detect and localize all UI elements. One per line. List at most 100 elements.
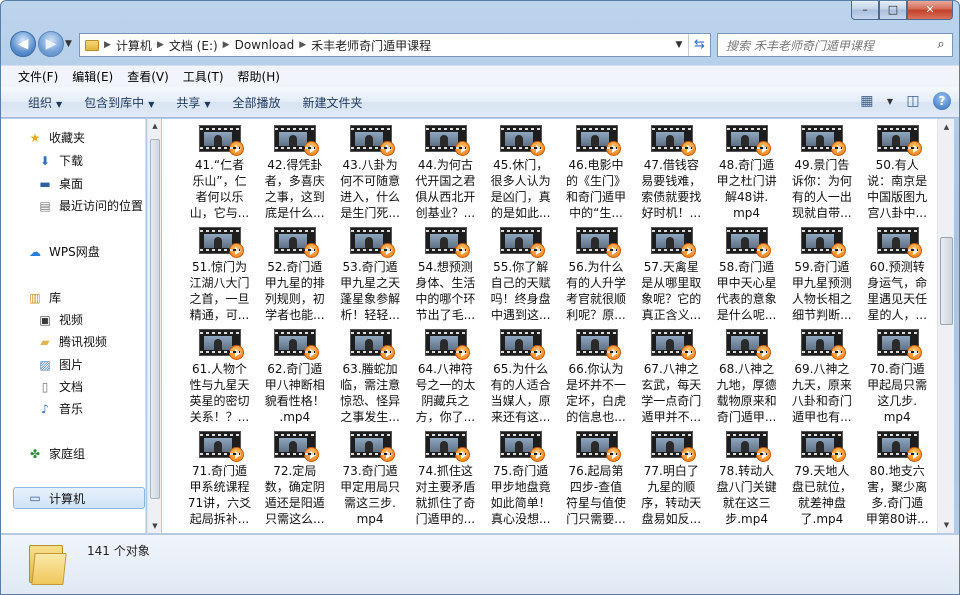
nav-library[interactable]: ▥ 库 xyxy=(27,289,61,306)
file-name-line: 盘已就位， xyxy=(791,480,852,494)
scroll-down-icon[interactable]: ▼ xyxy=(938,517,955,533)
video-file-item[interactable]: 58.奇门遁 甲中天心星 代表的意象 是什么呢... xyxy=(709,221,784,323)
video-file-item[interactable]: 57.天禽星 是从哪里取 象呢？它的 真正含义... xyxy=(634,221,709,323)
video-file-item[interactable]: 55.你了解 自己的天赋 吗！终身盘 中遇到这... xyxy=(483,221,558,323)
video-file-item[interactable]: 43.八卦为 何不可随意 进入，什么 是生门死... xyxy=(333,119,408,221)
menu-edit[interactable]: 编辑(E) xyxy=(65,68,120,85)
chevron-right-icon[interactable]: ▶ xyxy=(157,40,164,50)
organize-button[interactable]: 组织 ▼ xyxy=(17,94,73,111)
change-view-icon[interactable]: ▦ xyxy=(857,91,877,111)
video-file-item[interactable]: 75.奇门遁 甲步地盘竟 如此简单！ 真心没想... xyxy=(483,425,558,527)
nav-tencent-video[interactable]: ▰ 腾讯视频 xyxy=(37,333,107,350)
navigation-scrollbar[interactable]: ▲ ▼ xyxy=(147,119,161,533)
nav-downloads[interactable]: ⬇ 下载 xyxy=(37,152,83,169)
menu-file[interactable]: 文件(F) xyxy=(11,68,65,85)
video-file-item[interactable]: 72.定局 数，确定阴 遁还是阳遁 只需这么... xyxy=(257,425,332,527)
help-icon[interactable]: ? xyxy=(933,92,951,110)
video-file-item[interactable]: 45.休门， 很多人认为 是凶门，真 的是如此... xyxy=(483,119,558,221)
video-file-item[interactable]: 65.为什么 有的人适合 当媒人，原 来还有这... xyxy=(483,323,558,425)
recent-pages-dropdown[interactable]: ▼ xyxy=(65,39,72,49)
file-name-label: 69.八神之 九天，原来 八卦和奇门 遁甲也有... xyxy=(784,361,859,425)
video-file-item[interactable]: 59.奇门遁 甲九星预测 人物长相之 细节判断... xyxy=(784,221,859,323)
video-file-item[interactable]: 49.景门告 诉你：为何 有的人一出 现就自带... xyxy=(784,119,859,221)
video-file-item[interactable]: 44.为何古 代开国之君 俱从西北开 创基业？... xyxy=(408,119,483,221)
video-file-item[interactable]: 80.地支六 害，聚少离 多.奇门遁 甲第80讲... xyxy=(860,425,935,527)
nav-favorites[interactable]: ★ 收藏夹 xyxy=(27,129,85,146)
nav-music[interactable]: ♪ 音乐 xyxy=(37,400,83,417)
video-file-item[interactable]: 67.八神之 玄武，每天 学一点奇门 遁甲并不... xyxy=(634,323,709,425)
play-all-button[interactable]: 全部播放 xyxy=(222,94,292,111)
video-file-item[interactable]: 42.得凭卦 者，多喜庆 之事，这到 底是什么... xyxy=(257,119,332,221)
video-file-item[interactable]: 73.奇门遁 甲定用局只 需这三步. mp4 xyxy=(333,425,408,527)
video-file-icon xyxy=(500,227,546,258)
nav-wps-drive[interactable]: ☁ WPS网盘 xyxy=(27,243,100,260)
nav-desktop[interactable]: ▬ 桌面 xyxy=(37,175,83,192)
video-file-item[interactable]: 54.想预测 身体、生活 中的哪个环 节出了毛... xyxy=(408,221,483,323)
nav-pictures[interactable]: ▨ 图片 xyxy=(37,356,83,373)
breadcrumb-current-folder[interactable]: 禾丰老师奇门遁甲课程 xyxy=(311,37,431,54)
search-input[interactable]: 搜索 禾丰老师奇门遁甲课程 xyxy=(718,37,930,54)
video-file-item[interactable]: 61.人物个 性与九星天 英星的密切 关系！？... xyxy=(182,323,257,425)
minimize-button[interactable]: – xyxy=(851,1,879,20)
breadcrumb-drive-e[interactable]: 文档 (E:) xyxy=(169,37,218,54)
chevron-right-icon[interactable]: ▶ xyxy=(299,40,306,50)
scroll-down-icon[interactable]: ▼ xyxy=(148,519,162,533)
video-file-item[interactable]: 76.起局第 四步-查值 符星与值使 门只需要... xyxy=(559,425,634,527)
video-file-item[interactable]: 64.八神符 号之一的太 阴藏兵之 方，你了... xyxy=(408,323,483,425)
address-bar[interactable]: ▶ 计算机 ▶ 文档 (E:) ▶ Download ▶ 禾丰老师奇门遁甲课程 … xyxy=(79,33,711,57)
scroll-up-icon[interactable]: ▲ xyxy=(148,119,162,133)
include-in-library-button[interactable]: 包含到库中 ▼ xyxy=(73,94,165,111)
video-file-item[interactable]: 50.有人 说：南京是 中国版图九 宫八卦中... xyxy=(860,119,935,221)
address-dropdown-icon[interactable]: ▼ xyxy=(670,40,688,50)
nav-documents[interactable]: ▯ 文档 xyxy=(37,378,83,395)
video-file-item[interactable]: 41.“仁者 乐山”，仁 者何以乐 山，它与... xyxy=(182,119,257,221)
nav-recent[interactable]: ▤ 最近访问的位置 xyxy=(37,197,143,214)
maximize-button[interactable]: □ xyxy=(879,1,907,20)
back-button[interactable]: ◀ xyxy=(10,31,36,57)
video-file-item[interactable]: 79.天地人 盘已就位， 就差神盘 了.mp4 xyxy=(784,425,859,527)
video-file-item[interactable]: 78.转动人 盘八门关键 就在这三 步.mp4 xyxy=(709,425,784,527)
forward-button[interactable]: ▶ xyxy=(38,31,64,57)
menu-help[interactable]: 帮助(H) xyxy=(231,68,287,85)
video-file-item[interactable]: 48.奇门遁 甲之杜门讲 解48讲. mp4 xyxy=(709,119,784,221)
nav-computer[interactable]: ▭ 计算机 xyxy=(13,487,145,509)
breadcrumb-download[interactable]: Download xyxy=(235,38,295,52)
nav-videos[interactable]: ▣ 视频 xyxy=(37,311,83,328)
content-scrollbar[interactable]: ▲ ▼ xyxy=(937,119,954,533)
video-file-item[interactable]: 69.八神之 九天，原来 八卦和奇门 遁甲也有... xyxy=(784,323,859,425)
scrollbar-thumb[interactable] xyxy=(940,237,953,325)
video-file-item[interactable]: 63.螣蛇加 临，需注意 惊恐、怪异 之事发生... xyxy=(333,323,408,425)
refresh-icon[interactable]: ⇆ xyxy=(688,34,710,56)
share-button[interactable]: 共享 ▼ xyxy=(165,94,221,111)
preview-pane-icon[interactable]: ◫ xyxy=(903,91,923,111)
video-file-item[interactable]: 66.你认为 是坏并不一 定坏，白虎 的信息也... xyxy=(559,323,634,425)
video-file-item[interactable]: 74.抓住这 对主要矛盾 就抓住了奇 门遁甲的... xyxy=(408,425,483,527)
video-file-item[interactable]: 46.电影中 的《生门》 和奇门遁甲 中的“生... xyxy=(559,119,634,221)
breadcrumb-computer[interactable]: 计算机 xyxy=(116,37,152,54)
video-file-item[interactable]: 70.奇门遁 甲起局只需 这几步. mp4 xyxy=(860,323,935,425)
scroll-up-icon[interactable]: ▲ xyxy=(938,119,955,135)
video-file-item[interactable]: 68.八神之 九地，厚德 载物原来和 奇门遁甲... xyxy=(709,323,784,425)
scrollbar-thumb[interactable] xyxy=(150,139,160,499)
file-name-label: 73.奇门遁 甲定用局只 需这三步. mp4 xyxy=(333,463,408,527)
video-file-item[interactable]: 62.奇门遁 甲八神断相 貌看性格！ .mp4 xyxy=(257,323,332,425)
search-box[interactable]: 搜索 禾丰老师奇门遁甲课程 ⌕ xyxy=(717,33,953,57)
nav-homegroup[interactable]: ✤ 家庭组 xyxy=(27,445,85,462)
video-file-item[interactable]: 53.奇门遁 甲九星之天 蓬星象参解 析！轻轻... xyxy=(333,221,408,323)
video-file-item[interactable]: 56.为什么 有的人升学 考官就很顺 利呢？原... xyxy=(559,221,634,323)
menu-view[interactable]: 查看(V) xyxy=(120,68,176,85)
new-folder-button[interactable]: 新建文件夹 xyxy=(292,94,374,111)
video-file-item[interactable]: 60.预测转 身运气，命 里遇见天任 星的人，... xyxy=(860,221,935,323)
video-file-item[interactable]: 51.惊门为 江湖八大门 之首，一旦 精通，可... xyxy=(182,221,257,323)
search-icon[interactable]: ⌕ xyxy=(930,34,952,56)
video-file-item[interactable]: 47.借钱容 易要钱难， 索债就要找 好时机！... xyxy=(634,119,709,221)
chevron-right-icon[interactable]: ▶ xyxy=(223,40,230,50)
view-dropdown-icon[interactable]: ▼ xyxy=(887,97,893,106)
close-button[interactable]: ✕ xyxy=(907,1,953,20)
chevron-right-icon[interactable]: ▶ xyxy=(104,40,111,50)
video-file-item[interactable]: 71.奇门遁 甲系统课程 71讲，六爻 起局拆补... xyxy=(182,425,257,527)
file-name-line: 身运气，命 xyxy=(867,276,928,290)
video-file-item[interactable]: 77.明白了 九星的顺 序，转动天 盘易如反... xyxy=(634,425,709,527)
menu-tools[interactable]: 工具(T) xyxy=(176,68,231,85)
video-file-item[interactable]: 52.奇门遁 甲九星的排 列规则，初 学者也能... xyxy=(257,221,332,323)
